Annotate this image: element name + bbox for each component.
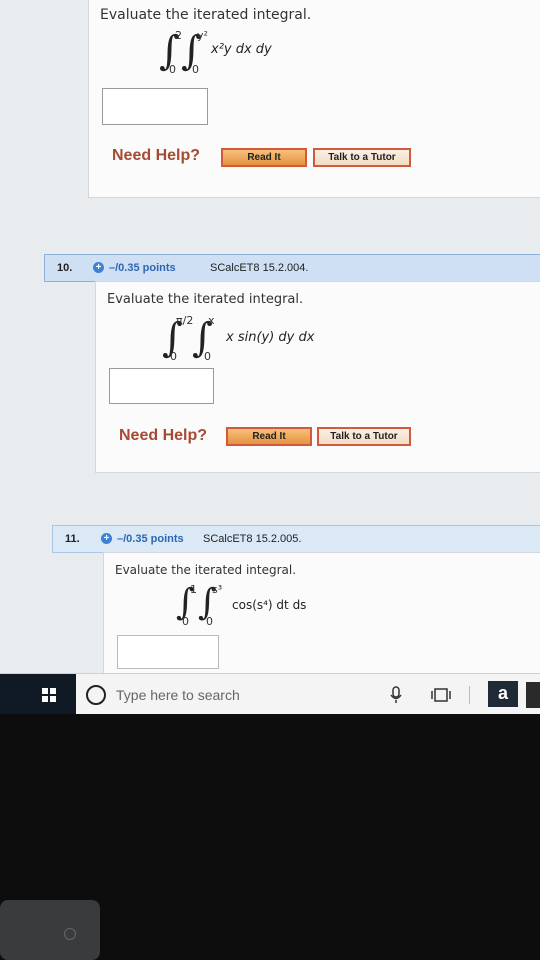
start-button[interactable] [0,674,76,715]
outer-upper-limit: 1 [190,583,197,596]
inner-upper-limit: x [208,314,215,327]
question-11-header: 11. + –/0.35 points SCalcET8 15.2.005. [52,525,540,553]
power-icon [64,928,76,940]
inner-upper-limit: y² [197,29,208,42]
answer-input[interactable] [117,635,219,669]
question-9-prompt: Evaluate the iterated integral. [100,7,312,23]
question-10-header: 10. + –/0.35 points SCalcET8 15.2.004. [44,254,540,282]
talk-to-tutor-button[interactable]: Talk to a Tutor [317,427,411,446]
question-10-prompt: Evaluate the iterated integral. [107,292,304,307]
answer-input[interactable] [109,368,214,404]
question-number: 11. [65,533,80,545]
laptop-corner [0,900,100,960]
task-view-icon[interactable] [430,687,452,703]
search-icon[interactable] [86,685,106,705]
source-label: SCalcET8 15.2.004. [210,262,309,274]
answer-input[interactable] [102,88,208,125]
read-it-button[interactable]: Read It [221,148,307,167]
question-11-integral: ∫ 1 0 ∫ s³ 0 cos(s⁴) dt ds [176,583,416,629]
question-10-panel: Evaluate the iterated integral. ∫ π/2 0 … [95,281,540,473]
points-label: –/0.35 points [109,262,176,274]
outer-lower-limit: 0 [182,615,189,628]
more-apps-icon[interactable] [526,682,540,708]
taskbar-search-input[interactable]: Type here to search [116,687,240,703]
integrand: x²y dx dy [211,42,272,57]
expand-plus-icon[interactable]: + [101,533,112,544]
screen: Evaluate the iterated integral. ∫ 2 0 ∫ … [0,0,540,685]
windows-logo-icon [42,688,56,702]
integrand: cos(s⁴) dt ds [232,598,307,612]
inner-upper-limit: s³ [212,583,223,596]
read-it-button[interactable]: Read It [226,427,312,446]
inner-lower-limit: 0 [192,63,199,76]
source-label: SCalcET8 15.2.005. [203,533,302,545]
talk-to-tutor-button[interactable]: Talk to a Tutor [313,148,411,167]
taskbar-separator [469,686,470,704]
expand-plus-icon[interactable]: + [93,262,104,273]
need-help-label: Need Help? [112,147,201,164]
outer-lower-limit: 0 [170,350,177,363]
amazon-app-icon[interactable]: a [488,681,518,707]
question-9-integral: ∫ 2 0 ∫ y² 0 x²y dx dy [159,29,359,77]
question-10-integral: ∫ π/2 0 ∫ x 0 x sin(y) dy dx [162,314,402,363]
outer-upper-limit: π/2 [176,314,194,327]
outer-lower-limit: 0 [169,63,176,76]
taskbar: Type here to search a [0,673,540,715]
inner-lower-limit: 0 [204,350,211,363]
question-9-panel: Evaluate the iterated integral. ∫ 2 0 ∫ … [88,0,540,198]
question-11-panel: Evaluate the iterated integral. ∫ 1 0 ∫ … [103,552,540,685]
need-help-label: Need Help? [119,427,208,444]
question-11-prompt: Evaluate the iterated integral. [115,563,297,577]
points-label: –/0.35 points [117,533,184,545]
question-number: 10. [57,262,73,274]
microphone-icon[interactable] [390,686,402,704]
inner-lower-limit: 0 [206,615,213,628]
integrand: x sin(y) dy dx [226,330,315,345]
